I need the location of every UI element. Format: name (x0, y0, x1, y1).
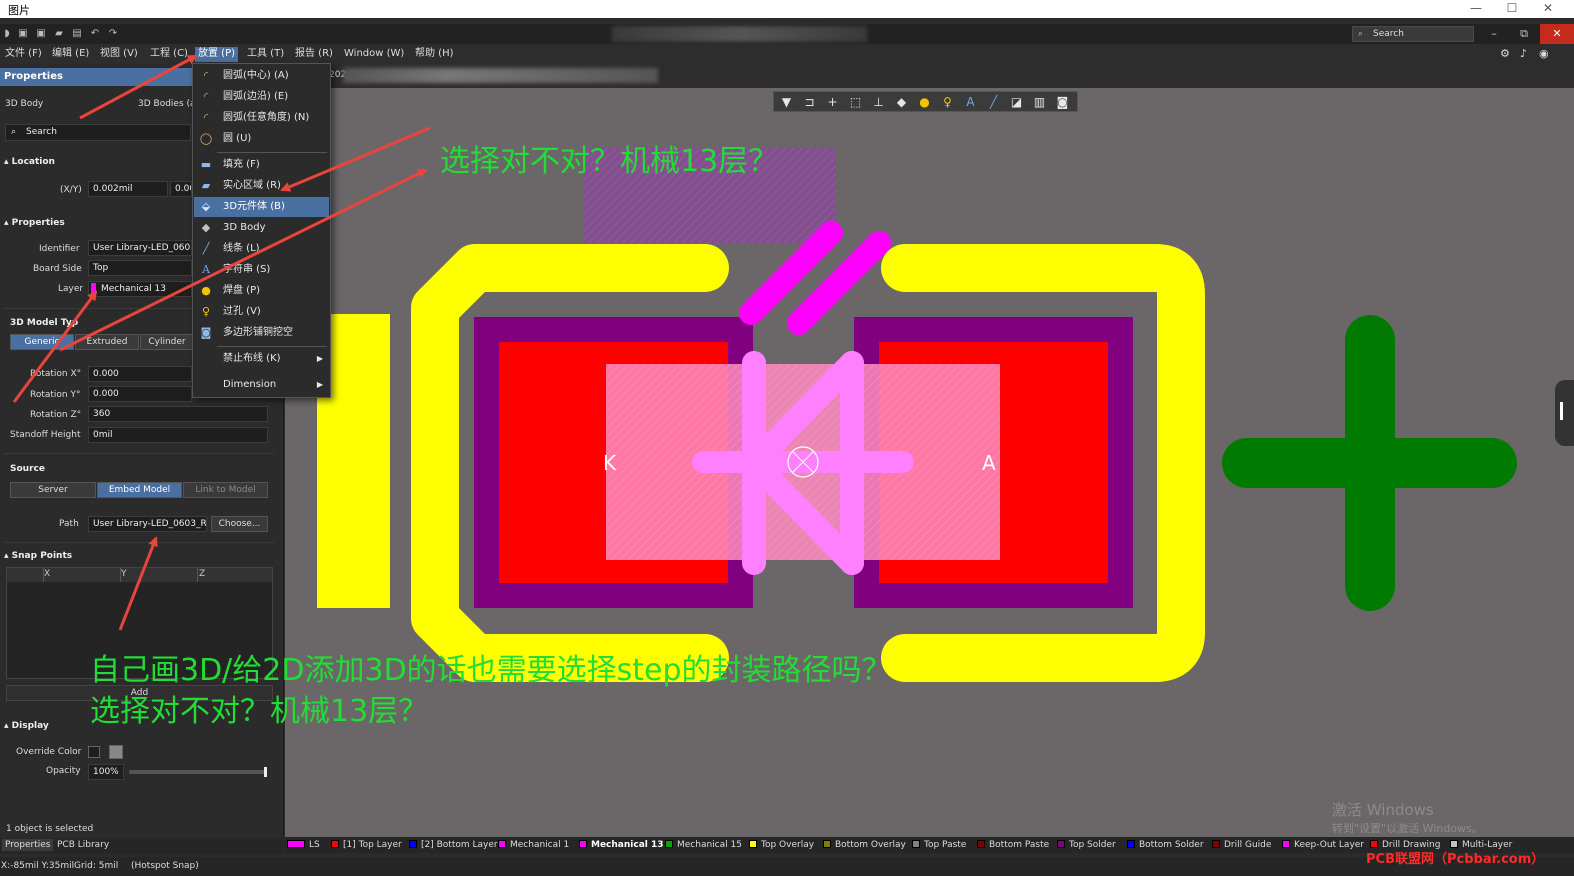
arrow-to-place-menu (79, 54, 198, 120)
annotation-question-layer: 选择对不对？机械13层？ (90, 694, 429, 729)
arrow-to-question (59, 168, 428, 352)
annotation-question-step-path: 自己画3D/给2D添加3D的话也需要选择step的封装路径吗？ (90, 653, 892, 688)
arrow-to-path-field (118, 536, 158, 631)
annotation-arrows (12, 54, 431, 631)
arrow-to-3d-body-item (280, 126, 431, 192)
annotation-question-top: 选择对不对？机械13层？ (440, 144, 779, 179)
arrow-to-layer-field (12, 290, 98, 403)
